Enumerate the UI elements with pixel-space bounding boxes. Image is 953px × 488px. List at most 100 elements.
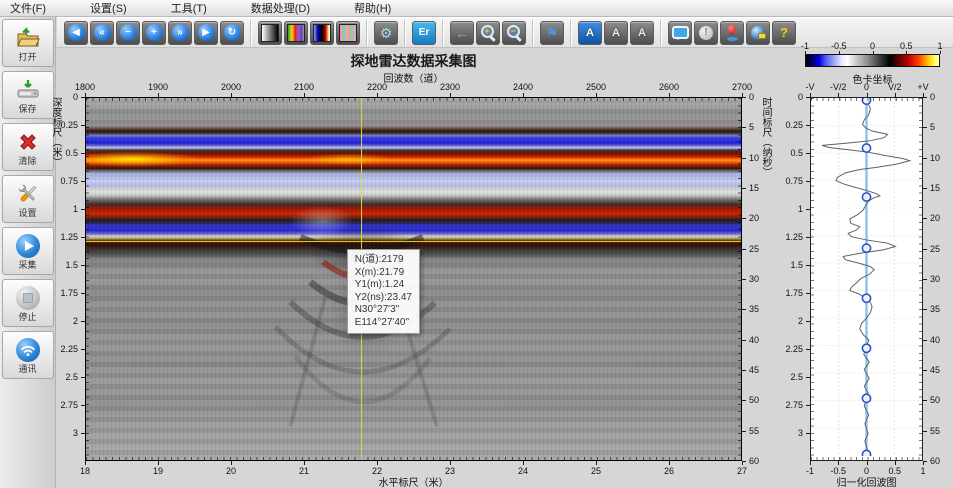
sidebar-button-clear[interactable]: 清除	[2, 123, 54, 171]
tick-label: 50	[749, 395, 759, 405]
play-icon	[16, 233, 40, 259]
minus-button[interactable]: −	[116, 21, 140, 45]
tick-label: 1.75	[785, 288, 803, 298]
stop-icon	[16, 285, 40, 311]
wave-bottom-axis-label: 归一化回波图	[795, 474, 938, 488]
menu-item-help[interactable]: 帮助(H)	[350, 0, 395, 16]
tick-label: 5	[749, 122, 754, 132]
tick-label: 30	[930, 274, 940, 284]
toolbar-separator	[660, 20, 662, 46]
menu-item-file[interactable]: 文件(F)	[6, 0, 50, 16]
chat-bubble-button[interactable]	[668, 21, 692, 45]
menu-item-data-processing[interactable]: 数据处理(D)	[247, 0, 314, 16]
refresh-icon: ↻	[224, 24, 241, 41]
tick-mark	[742, 309, 746, 310]
tick-mark	[742, 279, 746, 280]
tick-label: 55	[930, 426, 940, 436]
undo-arrow-button[interactable]: ←	[450, 21, 474, 45]
main-left-axis-ticks: 00.250.50.7511.251.51.7522.252.52.753	[55, 97, 85, 461]
alert-info-button[interactable]: !	[694, 21, 718, 45]
step-forward-button[interactable]: ▶	[194, 21, 218, 45]
sidebar-button-comm[interactable]: 通讯	[2, 331, 54, 379]
tick-mark	[742, 461, 743, 465]
marker-a-2-button[interactable]: A	[604, 21, 628, 45]
colormap-rainbow-button[interactable]	[284, 21, 308, 45]
step-back-button[interactable]: ◀	[64, 21, 88, 45]
tick-mark	[838, 461, 839, 465]
undo-arrow-icon: ←	[455, 26, 469, 40]
tick-label: 0.25	[785, 120, 803, 130]
help-button[interactable]: ?	[772, 21, 796, 45]
minor-ticks	[811, 457, 922, 460]
sidebar-label-acquire: 采集	[18, 260, 36, 270]
eraser-er-button[interactable]: Er	[412, 21, 436, 45]
rewind-button[interactable]: «	[90, 21, 114, 45]
toolbar-separator	[404, 20, 406, 46]
tick-label: 2.25	[60, 344, 78, 354]
tick-label: 0	[749, 92, 754, 102]
tick-label: -1	[801, 41, 809, 51]
tick-label: 1	[937, 41, 942, 51]
tick-mark	[742, 158, 746, 159]
refresh-button[interactable]: ↻	[220, 21, 244, 45]
tick-label: -0.5	[831, 41, 847, 51]
tick-label: 2	[798, 316, 803, 326]
colormap-polarity-button[interactable]	[310, 21, 334, 45]
sidebar-button-save[interactable]: 保存	[2, 71, 54, 119]
tick-label: 25	[749, 244, 759, 254]
plus-button[interactable]: +	[142, 21, 166, 45]
tick-label: -V/2	[830, 82, 847, 92]
tick-mark	[742, 370, 746, 371]
tick-label: 40	[930, 335, 940, 345]
rewind-icon: «	[94, 24, 111, 41]
tick-mark	[742, 340, 746, 341]
chat-bubble-icon	[672, 26, 689, 39]
gain-marker	[862, 144, 870, 152]
colormap-pastel-button[interactable]	[336, 21, 360, 45]
tick-label: 25	[930, 244, 940, 254]
tick-label: 23	[445, 466, 455, 476]
trace-settings-button[interactable]: ⚙	[374, 21, 398, 45]
tick-label: 60	[930, 456, 940, 466]
cursor-readout-tooltip: N(道):2179X(m):21.79Y1(m):1.24Y2(ns):23.4…	[347, 249, 420, 334]
fast-forward-button[interactable]: »	[168, 21, 192, 45]
zoom-out-button[interactable]: −	[502, 21, 526, 45]
tick-label: 2.5	[65, 372, 78, 382]
tick-mark	[742, 188, 746, 189]
menu-item-tools[interactable]: 工具(T)	[167, 0, 211, 16]
tick-mark	[923, 158, 927, 159]
tick-mark	[304, 461, 305, 465]
tick-label: 0.5	[900, 41, 913, 51]
tick-label: 1.5	[790, 260, 803, 270]
step-forward-icon: ▶	[198, 24, 215, 41]
colormap-grayscale-button[interactable]	[258, 21, 282, 45]
marker-a-3-button[interactable]: A	[630, 21, 654, 45]
toolbar-separator	[250, 20, 252, 46]
tick-label: 10	[749, 153, 759, 163]
tick-label: 30	[749, 274, 759, 284]
trace-waveform	[811, 98, 922, 456]
tick-label: 18	[80, 466, 90, 476]
toolbar-group	[254, 21, 364, 45]
radar-bscan-plot[interactable]: N(道):2179X(m):21.79Y1(m):1.24Y2(ns):23.4…	[85, 97, 742, 461]
sidebar-button-acquire[interactable]: 采集	[2, 227, 54, 275]
tick-label: 0	[798, 92, 803, 102]
flag-marker-button[interactable]: ⚑	[540, 21, 564, 45]
tick-label: 2.25	[785, 344, 803, 354]
sidebar-button-stop[interactable]: 停止	[2, 279, 54, 327]
tick-label: 2.75	[785, 400, 803, 410]
tick-mark	[450, 461, 451, 465]
menu-item-settings[interactable]: 设置(S)	[86, 0, 131, 16]
sidebar-button-settings[interactable]: 设置	[2, 175, 54, 223]
globe-sync-button[interactable]	[746, 21, 770, 45]
zoom-in-button[interactable]: +	[476, 21, 500, 45]
marker-a-active-button[interactable]: A	[578, 21, 602, 45]
sidebar-button-open[interactable]: 打开	[2, 19, 54, 67]
tick-mark	[923, 340, 927, 341]
tick-label: 0	[870, 41, 875, 51]
colorbar	[805, 54, 940, 67]
sidebar-label-stop: 停止	[18, 312, 36, 322]
menubar: 文件(F) 设置(S) 工具(T) 数据处理(D) 帮助(H)	[0, 0, 953, 17]
map-pin-button[interactable]	[720, 21, 744, 45]
page-title: 探地雷达数据采集图	[85, 51, 742, 71]
